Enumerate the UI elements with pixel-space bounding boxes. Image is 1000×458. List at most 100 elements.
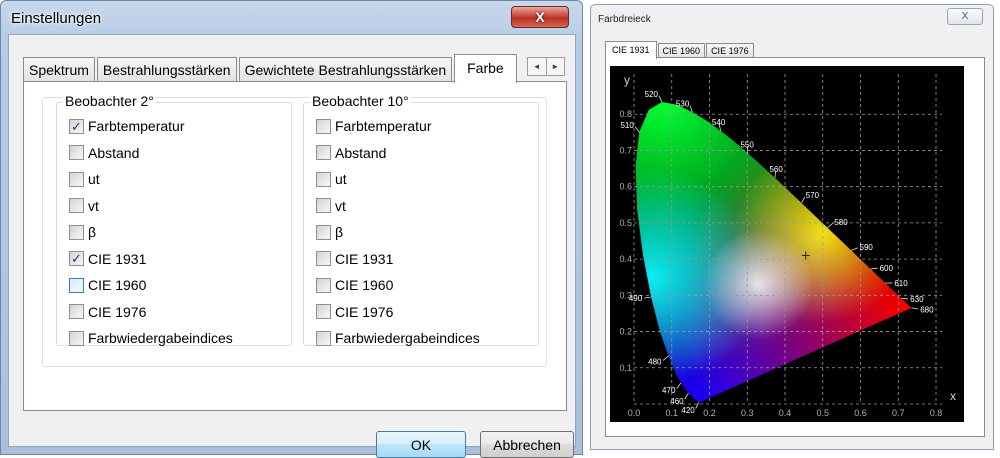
checkbox-row[interactable]: Farbwiedergabeindices: [316, 329, 480, 347]
checkbox-row[interactable]: CIE 1931: [316, 250, 393, 268]
tab-farbe[interactable]: Farbe: [454, 54, 517, 83]
wavelength-label: 490: [629, 294, 643, 303]
checkbox-unchecked[interactable]: [69, 172, 84, 187]
wavelength-tick: [911, 308, 918, 309]
cie-tab-strip: CIE 1931 CIE 1960 CIE 1976: [605, 40, 755, 58]
checkbox-unchecked[interactable]: [316, 119, 331, 134]
dialog-client-area: Spektrum Bestrahlungsstärken Gewichtete …: [8, 34, 576, 447]
checkbox-row[interactable]: CIE 1960: [316, 276, 393, 294]
checkbox-label: Farbwiedergabeindices: [88, 330, 233, 346]
wavelength-tick: [851, 248, 858, 251]
x-tick-label: 0.5: [816, 408, 829, 418]
tab-cie-1960[interactable]: CIE 1960: [658, 43, 706, 58]
checkbox-row[interactable]: CIE 1960: [69, 276, 146, 294]
checkbox-unchecked[interactable]: [316, 145, 331, 160]
group-title: Beobachter 10°: [310, 93, 411, 109]
checkbox-label: CIE 1960: [335, 277, 393, 293]
checkbox-checked[interactable]: ✓: [69, 251, 84, 266]
window-title: Farbdreieck: [598, 14, 651, 25]
checkbox-row[interactable]: Abstand: [316, 144, 386, 162]
wavelength-label: 630: [910, 295, 924, 304]
checkbox-row[interactable]: vt: [69, 197, 99, 215]
close-icon: X: [962, 11, 969, 22]
wavelength-tick: [690, 106, 692, 113]
wavelength-tick: [663, 356, 668, 360]
checkbox-label: Farbtemperatur: [335, 118, 431, 134]
window-close-button[interactable]: X: [947, 8, 983, 25]
y-tick-label: 0.1: [619, 363, 632, 373]
checkbox-unchecked[interactable]: [69, 278, 84, 293]
wavelength-label: 560: [769, 165, 783, 174]
wavelength-label: 420: [681, 406, 695, 415]
x-tick-label: 0.3: [741, 408, 754, 418]
checkbox-row[interactable]: Abstand: [69, 144, 139, 162]
wavelength-tick: [635, 127, 639, 133]
checkbox-unchecked[interactable]: [316, 225, 331, 240]
tab-scroll-buttons: ◄ ►: [527, 57, 565, 76]
x-tick-label: 0.7: [892, 408, 905, 418]
checkbox-unchecked[interactable]: [316, 331, 331, 346]
checkbox-label: ut: [335, 171, 347, 187]
wavelength-label: 570: [806, 191, 820, 200]
checkbox-unchecked[interactable]: [316, 172, 331, 187]
tab-cie-1931[interactable]: CIE 1931: [605, 41, 657, 59]
checkbox-row[interactable]: CIE 1976: [69, 303, 146, 321]
wavelength-tick: [827, 223, 832, 228]
checkbox-label: β: [88, 224, 96, 240]
tab-spektrum[interactable]: Spektrum: [23, 57, 95, 82]
chromaticity-diagram-svg: 0.00.10.20.30.40.50.60.70.80.10.20.30.40…: [610, 66, 964, 422]
checkbox-unchecked[interactable]: [316, 278, 331, 293]
wavelength-label: 470: [662, 386, 676, 395]
checkbox-unchecked[interactable]: [316, 304, 331, 319]
checkbox-unchecked[interactable]: [69, 304, 84, 319]
checkbox-label: Abstand: [335, 145, 386, 161]
checkbox-row[interactable]: Farbwiedergabeindices: [69, 329, 233, 347]
checkbox-row[interactable]: ✓ CIE 1931: [69, 250, 146, 268]
checkbox-row[interactable]: ✓Farbtemperatur: [69, 117, 184, 135]
wavelength-tick: [659, 96, 662, 102]
group-observer-10deg: Beobachter 10° FarbtemperaturAbstandutvt…: [303, 102, 539, 346]
y-axis-label: y: [624, 73, 630, 87]
checkbox-row[interactable]: β: [69, 223, 96, 241]
farbe-tab-page: Beobachter 2° ✓FarbtemperaturAbstandutvt…: [23, 81, 567, 411]
tab-gewichtete-bestrahlungsstaerken[interactable]: Gewichtete Bestrahlungsstärken: [239, 57, 453, 82]
wavelength-tick: [644, 297, 651, 298]
wavelength-label: 610: [894, 279, 908, 288]
checkbox-checked[interactable]: ✓: [69, 119, 84, 134]
checkbox-label: CIE 1976: [335, 304, 393, 320]
x-tick-label: 0.1: [665, 408, 678, 418]
cancel-button[interactable]: Abbrechen: [480, 431, 574, 458]
wavelength-tick: [685, 393, 689, 399]
checkbox-unchecked[interactable]: [69, 198, 84, 213]
checkbox-row[interactable]: β: [316, 223, 343, 241]
wavelength-label: 540: [712, 118, 726, 127]
checkbox-label: CIE 1976: [88, 304, 146, 320]
settings-tab-strip: Spektrum Bestrahlungsstärken Gewichtete …: [23, 54, 519, 82]
tab-cie-1976[interactable]: CIE 1976: [706, 43, 754, 58]
checkbox-row[interactable]: Farbtemperatur: [316, 117, 431, 135]
wavelength-label: 600: [880, 264, 894, 273]
checkbox-unchecked[interactable]: [69, 331, 84, 346]
checkbox-label: ut: [88, 171, 100, 187]
checkbox-unchecked[interactable]: [69, 225, 84, 240]
checkbox-row[interactable]: vt: [316, 197, 346, 215]
ok-button[interactable]: OK: [376, 431, 466, 458]
checkbox-row[interactable]: ut: [69, 170, 100, 188]
tab-bestrahlungsstaerken[interactable]: Bestrahlungsstärken: [97, 57, 237, 82]
checkbox-unchecked[interactable]: [316, 198, 331, 213]
y-tick-label: 0.5: [619, 218, 632, 228]
checkbox-label: CIE 1931: [335, 251, 393, 267]
tab-scroll-left-icon[interactable]: ◄: [528, 58, 546, 75]
gamut-color-layer: [610, 66, 964, 422]
checkbox-label: vt: [88, 198, 99, 214]
y-tick-label: 0.8: [619, 109, 632, 119]
checkbox-row[interactable]: ut: [316, 170, 347, 188]
close-button[interactable]: X: [511, 6, 569, 28]
wavelength-label: 520: [645, 90, 659, 99]
tab-scroll-right-icon[interactable]: ►: [546, 58, 565, 75]
wavelength-tick: [677, 383, 681, 389]
checkbox-unchecked[interactable]: [316, 251, 331, 266]
checkbox-label: CIE 1931: [88, 251, 146, 267]
checkbox-unchecked[interactable]: [69, 145, 84, 160]
checkbox-row[interactable]: CIE 1976: [316, 303, 393, 321]
